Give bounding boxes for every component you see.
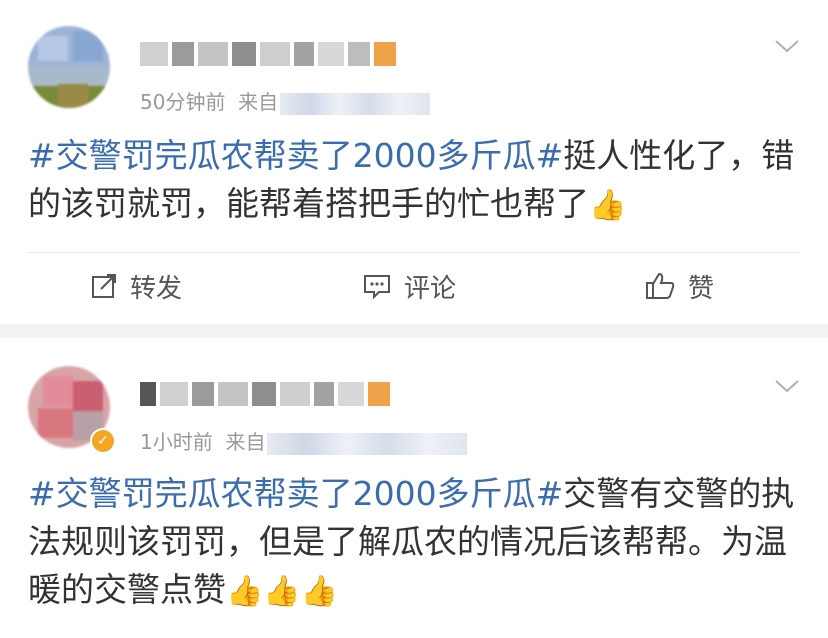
feed-separator [0,324,828,338]
comment-button[interactable]: 评论 [362,256,456,316]
like-button[interactable]: 赞 [644,256,714,316]
repost-label: 转发 [130,273,183,304]
like-icon [646,272,675,299]
feed-post[interactable]: 50分钟前 来自 #交警罚完瓜农帮卖了2000多斤瓜#挺人性化了，错的该罚就罚，… [0,0,828,324]
comment-icon [364,275,390,300]
topic-link[interactable]: #交警罚完瓜农帮卖了2000多斤瓜# [28,474,563,513]
comment-label: 评论 [404,273,457,304]
chevron-down-icon[interactable] [774,376,800,396]
post-time: 50分钟前 [140,90,226,114]
post-time: 1小时前 [140,430,213,454]
chevron-down-icon[interactable] [774,36,800,56]
verified-badge-icon: ✓ [90,428,116,454]
post-content: #交警罚完瓜农帮卖了2000多斤瓜#交警有交警的执法规则该罚罚，但是了解瓜农的情… [28,470,798,616]
source-app[interactable] [280,92,431,115]
divider [28,252,800,253]
like-label: 赞 [688,273,715,304]
source-label: 来自 [238,90,279,114]
username[interactable] [140,382,394,410]
thumbs-up-emoji: 👍 [589,187,627,223]
avatar[interactable] [28,26,110,108]
feed-post[interactable]: ✓ 1小时前 来自 #交警罚完瓜农帮卖了2000多斤瓜#交警有交警的执法规则该罚… [0,338,828,638]
action-bar: 转发 评论 赞 [0,256,828,316]
repost-button[interactable]: 转发 [90,256,182,316]
post-content: #交警罚完瓜农帮卖了2000多斤瓜#挺人性化了，错的该罚就罚，能帮着搭把手的忙也… [28,132,798,230]
topic-link[interactable]: #交警罚完瓜农帮卖了2000多斤瓜# [28,136,563,175]
repost-icon [92,274,116,298]
thumbs-up-emoji: 👍👍👍 [226,573,339,609]
source-label: 来自 [225,430,266,454]
post-meta: 50分钟前 来自 [140,86,431,115]
post-meta: 1小时前 来自 [140,426,468,455]
username[interactable] [140,42,400,70]
source-app[interactable] [267,432,468,455]
